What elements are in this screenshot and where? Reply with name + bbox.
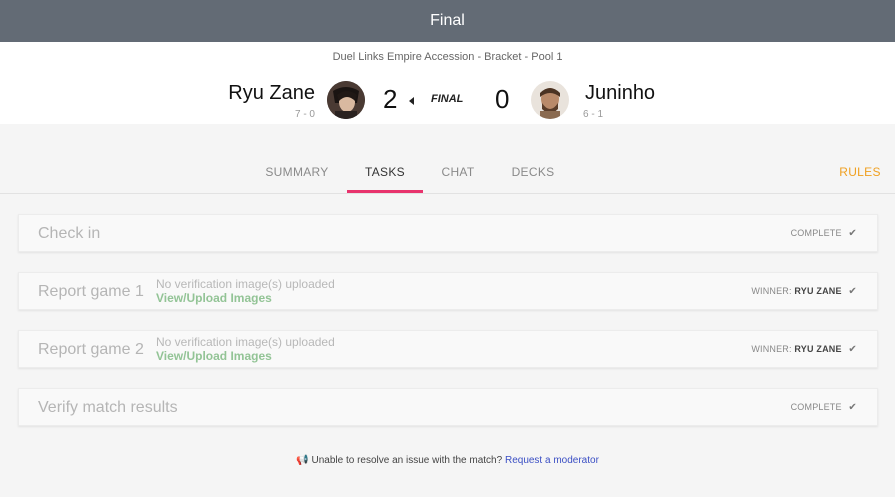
verification-info: No verification image(s) uploaded View/U… <box>156 335 335 363</box>
status-text: COMPLETE <box>790 402 842 412</box>
tab-summary[interactable]: SUMMARY <box>256 150 338 193</box>
verification-note: No verification image(s) uploaded <box>156 277 335 291</box>
view-upload-images-link[interactable]: View/Upload Images <box>156 291 335 305</box>
task-report-game-2[interactable]: Report game 2 No verification image(s) u… <box>18 330 878 368</box>
request-moderator-link[interactable]: Request a moderator <box>505 455 599 466</box>
task-title: Report game 1 <box>38 283 144 300</box>
match-status-label: FINAL <box>431 93 464 105</box>
tab-bar: SUMMARY TASKS CHAT DECKS RULES <box>0 150 895 194</box>
task-status: WINNER: RYU ZANE ✔ <box>751 344 857 355</box>
footer: 📢 Unable to resolve an issue with the mat… <box>0 455 895 466</box>
tournament-name: Duel Links Empire Accession - Bracket - … <box>332 51 563 63</box>
task-report-game-1[interactable]: Report game 1 No verification image(s) u… <box>18 272 878 310</box>
player1-score: 2 <box>383 84 398 114</box>
active-tab-indicator <box>347 190 423 193</box>
task-check-in[interactable]: Check in COMPLETE ✔ <box>18 214 878 252</box>
winner-name: RYU ZANE <box>794 344 842 354</box>
task-status: COMPLETE ✔ <box>791 228 857 239</box>
task-title: Check in <box>38 225 101 242</box>
winner-arrow-icon <box>409 97 414 105</box>
task-verify-results[interactable]: Verify match results COMPLETE ✔ <box>18 388 878 426</box>
title-bar: Final <box>0 0 895 42</box>
player1-record: 7 - 0 <box>294 109 315 120</box>
rules-link[interactable]: RULES <box>830 150 890 193</box>
check-icon: ✔ <box>848 228 857 239</box>
player2-name[interactable]: Juninho <box>585 82 655 105</box>
match-header: Duel Links Empire Accession - Bracket - … <box>0 42 895 124</box>
player1-name[interactable]: Ryu Zane <box>228 82 315 105</box>
task-status: COMPLETE ✔ <box>791 402 857 413</box>
winner-name: RYU ZANE <box>794 286 842 296</box>
player2-score: 0 <box>495 84 510 114</box>
view-upload-images-link[interactable]: View/Upload Images <box>156 349 335 363</box>
megaphone-icon: 📢 <box>296 455 309 466</box>
winner-label: WINNER: <box>751 286 792 296</box>
player2-record: 6 - 1 <box>583 109 604 120</box>
verification-note: No verification image(s) uploaded <box>156 335 335 349</box>
check-icon: ✔ <box>848 402 857 413</box>
task-status: WINNER: RYU ZANE ✔ <box>751 286 857 297</box>
tab-tasks[interactable]: TASKS <box>347 150 423 193</box>
page-title: Final <box>430 12 465 29</box>
check-icon: ✔ <box>848 344 857 355</box>
tab-decks[interactable]: DECKS <box>504 150 562 193</box>
footer-text: Unable to resolve an issue with the matc… <box>311 455 503 466</box>
task-title: Verify match results <box>38 399 178 416</box>
status-text: COMPLETE <box>790 228 842 238</box>
tab-chat[interactable]: CHAT <box>432 150 484 193</box>
player1-avatar[interactable] <box>327 81 365 119</box>
task-title: Report game 2 <box>38 341 144 358</box>
player2-avatar[interactable] <box>531 81 569 119</box>
check-icon: ✔ <box>848 286 857 297</box>
winner-label: WINNER: <box>751 344 792 354</box>
verification-info: No verification image(s) uploaded View/U… <box>156 277 335 305</box>
